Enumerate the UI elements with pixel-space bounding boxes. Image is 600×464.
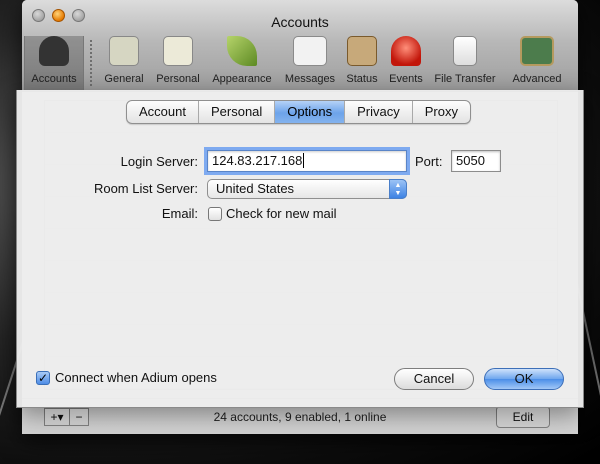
events-icon <box>391 36 421 66</box>
accounts-summary: 24 accounts, 9 enabled, 1 online <box>213 410 387 424</box>
tab-bar: Account Personal Options Privacy Proxy <box>126 100 471 124</box>
port-label: Port: <box>415 154 443 169</box>
toolbar-messages[interactable]: Messages <box>282 36 338 90</box>
toolbar-label: Appearance <box>212 73 272 85</box>
tab-options[interactable]: Options <box>275 101 346 123</box>
edit-button[interactable]: Edit <box>496 406 550 428</box>
text-caret <box>303 153 305 168</box>
account-options-sheet: Account Personal Options Privacy Proxy L… <box>16 90 584 408</box>
file-transfer-icon <box>453 36 477 66</box>
toolbar-label: General <box>104 73 144 85</box>
toolbar-status[interactable]: Status <box>342 36 382 90</box>
messages-icon <box>293 36 327 66</box>
port-field[interactable]: 5050 <box>451 150 501 172</box>
toolbar-label: Personal <box>156 73 200 85</box>
tab-proxy[interactable]: Proxy <box>413 101 470 123</box>
toolbar-general[interactable]: General <box>100 36 148 90</box>
personal-icon <box>163 36 193 66</box>
tab-personal[interactable]: Personal <box>199 101 276 123</box>
toolbar-label: Events <box>389 73 423 85</box>
connect-on-launch-label[interactable]: Connect when Adium opens <box>55 370 217 385</box>
title-bar: Accounts Accounts General Personal Appea… <box>22 0 578 92</box>
appearance-icon <box>227 36 257 66</box>
advanced-icon <box>520 36 554 66</box>
toolbar-events[interactable]: Events <box>386 36 426 90</box>
chevron-up-down-icon: ▲ ▼ <box>389 179 407 199</box>
connect-on-launch-checkbox[interactable]: ✓ <box>36 371 50 385</box>
toolbar-label: Messages <box>284 73 336 85</box>
tab-account[interactable]: Account <box>127 101 199 123</box>
general-icon <box>109 36 139 66</box>
room-list-server-value: United States <box>216 181 295 196</box>
toolbar-separator <box>90 40 92 86</box>
login-server-field[interactable]: 124.83.217.168 <box>207 150 407 172</box>
toolbar-label: Advanced <box>512 73 562 85</box>
login-server-value: 124.83.217.168 <box>212 153 303 168</box>
toolbar-advanced[interactable]: Advanced <box>508 36 566 90</box>
toolbar-label: File Transfer <box>434 73 496 85</box>
toolbar-file-transfer[interactable]: File Transfer <box>430 36 500 90</box>
room-list-server-label: Room List Server: <box>93 181 198 196</box>
tab-privacy[interactable]: Privacy <box>345 101 413 123</box>
toolbar-label: Accounts <box>31 73 77 85</box>
toolbar-accounts[interactable]: Accounts <box>24 36 84 90</box>
room-list-server-popup[interactable]: United States ▲ ▼ <box>207 179 407 199</box>
login-server-label: Login Server: <box>120 154 198 169</box>
status-icon <box>347 36 377 66</box>
toolbar-appearance[interactable]: Appearance <box>208 36 276 90</box>
toolbar-label: Status <box>346 73 378 85</box>
cancel-button[interactable]: Cancel <box>394 368 474 390</box>
accounts-icon <box>39 36 69 66</box>
email-label: Email: <box>161 206 198 221</box>
check-mail-checkbox[interactable] <box>208 207 222 221</box>
ok-button[interactable]: OK <box>484 368 564 390</box>
window-title: Accounts <box>271 14 329 30</box>
check-mail-label[interactable]: Check for new mail <box>226 206 337 221</box>
toolbar-personal[interactable]: Personal <box>152 36 204 90</box>
